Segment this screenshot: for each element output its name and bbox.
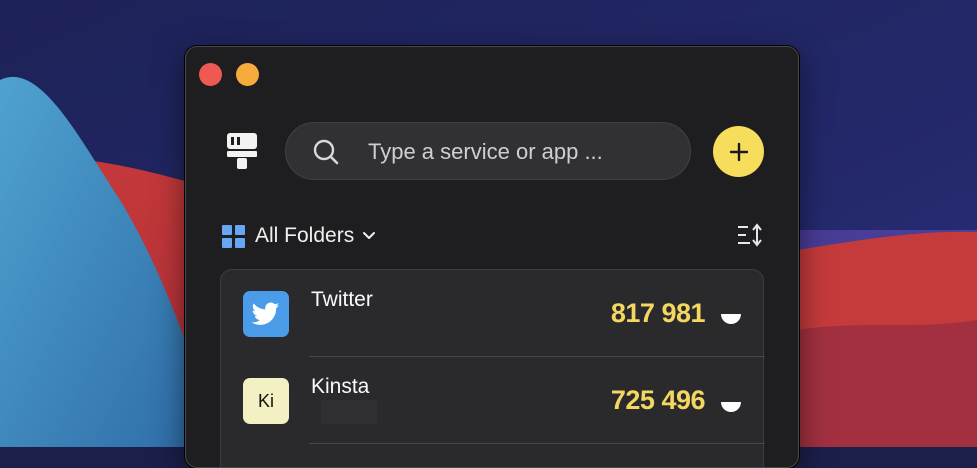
twitter-bird-icon bbox=[243, 291, 289, 337]
account-detail-placeholder bbox=[321, 400, 377, 424]
add-account-button[interactable] bbox=[713, 126, 764, 177]
account-name: Twitter bbox=[311, 288, 373, 311]
countdown-timer-icon bbox=[721, 304, 741, 324]
minimize-window-button[interactable] bbox=[236, 63, 259, 86]
chevron-down-icon bbox=[363, 232, 376, 239]
row-divider bbox=[309, 443, 765, 444]
search-bar[interactable] bbox=[285, 122, 691, 181]
account-row-kinsta[interactable]: Ki Kinsta 725 496 bbox=[221, 357, 763, 443]
countdown-timer-icon bbox=[721, 392, 741, 412]
account-list: Twitter 817 981 Ki Kinsta 725 496 bbox=[220, 269, 765, 467]
account-row-twitter[interactable]: Twitter 817 981 bbox=[221, 270, 763, 356]
search-icon bbox=[313, 139, 339, 165]
app-brush-logo-icon[interactable] bbox=[224, 131, 260, 171]
app-window: All Folders Twitter 817 981 Ki Kinsta bbox=[185, 46, 799, 468]
close-window-button[interactable] bbox=[199, 63, 222, 86]
account-name: Kinsta bbox=[311, 375, 370, 398]
plus-icon bbox=[729, 142, 748, 161]
otp-code[interactable]: 725 496 bbox=[611, 385, 706, 416]
search-input[interactable] bbox=[366, 123, 680, 181]
folder-selector[interactable]: All Folders bbox=[222, 223, 376, 249]
kinsta-icon: Ki bbox=[243, 378, 289, 424]
otp-code[interactable]: 817 981 bbox=[611, 298, 706, 329]
folders-grid-icon bbox=[222, 224, 245, 248]
folder-selector-label: All Folders bbox=[255, 224, 355, 247]
sort-icon[interactable] bbox=[736, 223, 764, 247]
